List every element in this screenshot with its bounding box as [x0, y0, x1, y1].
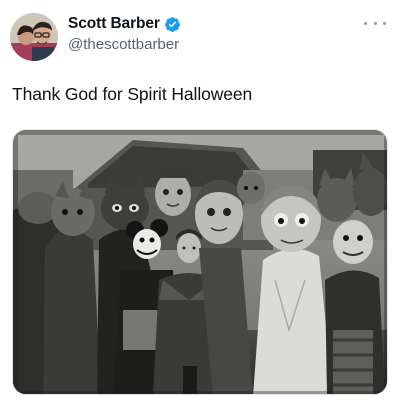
author-display-name[interactable]: Scott Barber [68, 15, 160, 33]
verified-badge-icon [164, 16, 181, 33]
avatar[interactable] [10, 13, 58, 61]
tweet-photo[interactable] [12, 129, 388, 395]
avatar-image [10, 13, 58, 61]
author-name-row: Scott Barber [68, 15, 181, 33]
vintage-costume-photo [13, 130, 387, 394]
author-handle[interactable]: @thescottbarber [68, 36, 179, 53]
tweet-text: Thank God for Spirit Halloween [12, 84, 253, 104]
ellipsis-horizontal-icon[interactable] [364, 18, 386, 28]
tweet-header: Scott Barber @thescottbarber [0, 0, 400, 70]
